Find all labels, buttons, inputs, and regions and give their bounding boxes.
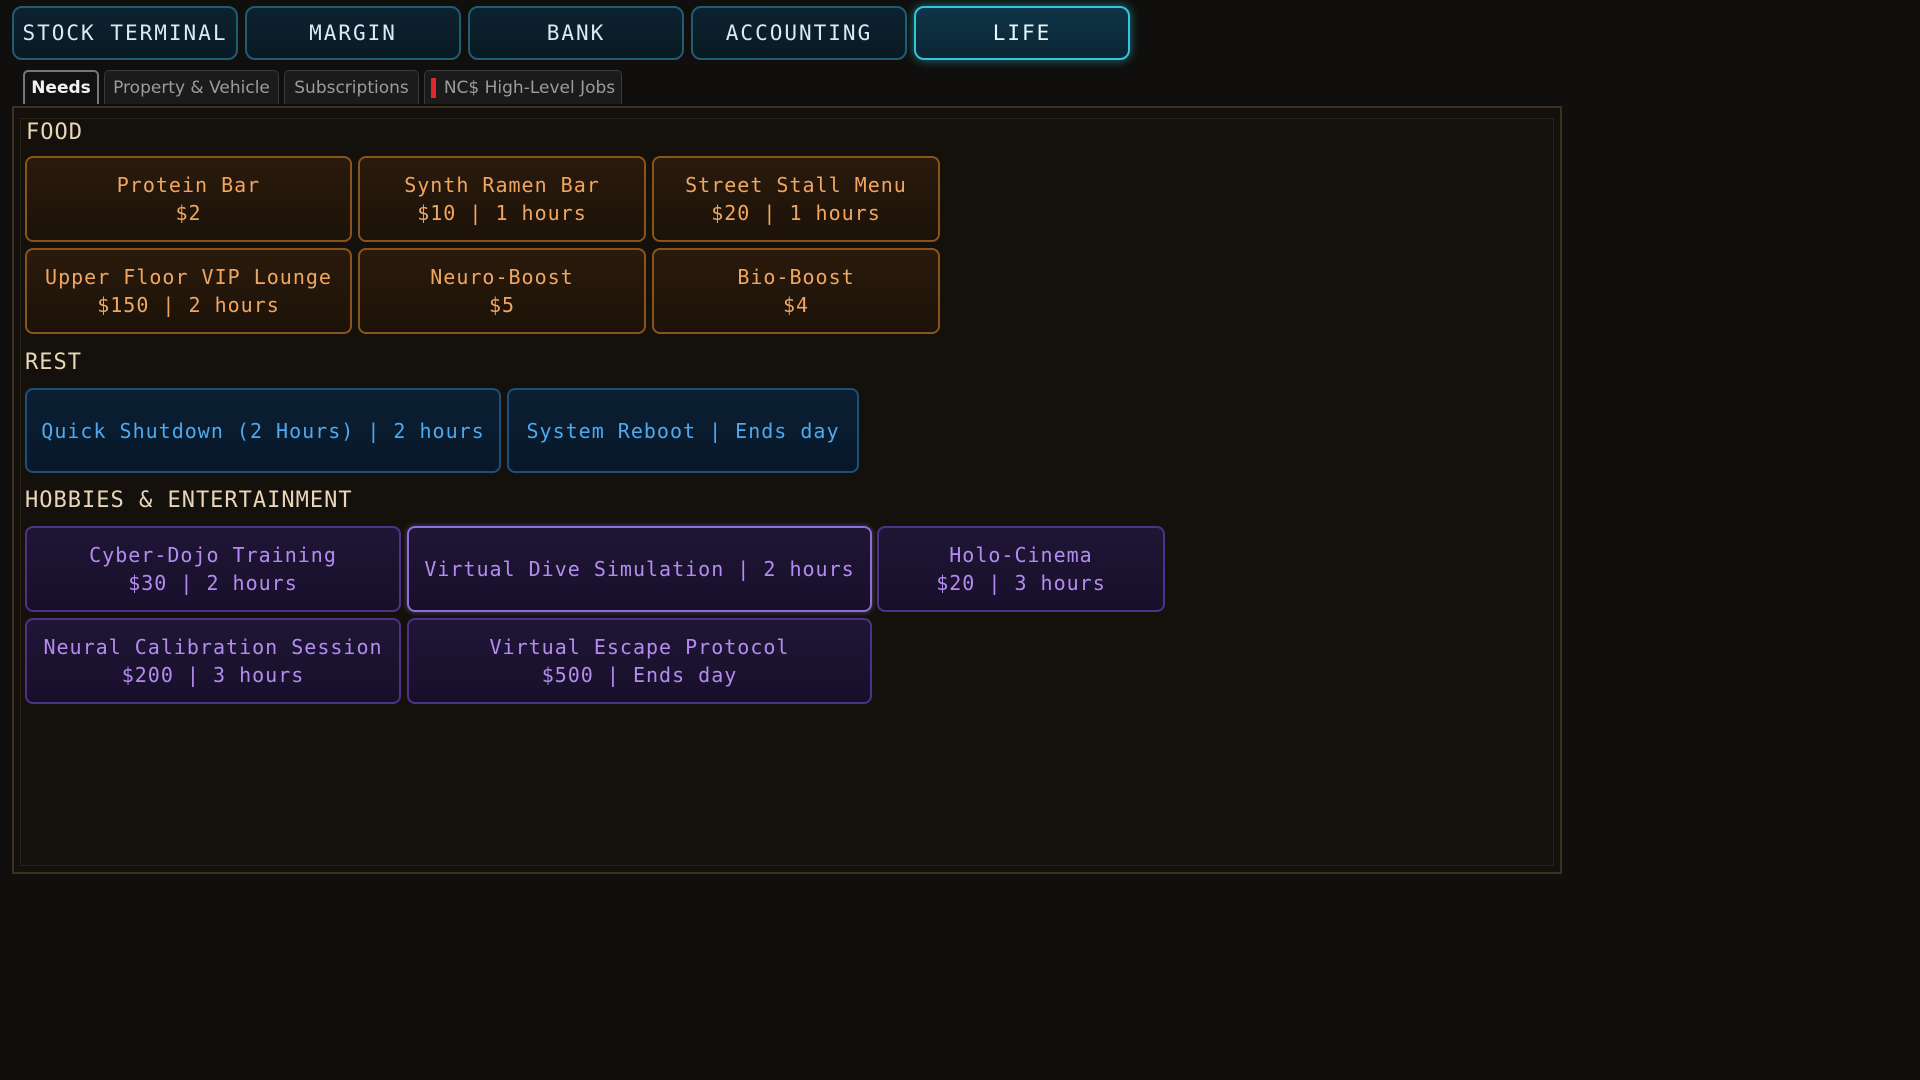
card-detail: $30 | 2 hours — [128, 571, 298, 595]
section-title-food: FOOD — [26, 120, 83, 145]
food-card-protein-bar[interactable]: Protein Bar $2 — [25, 156, 352, 242]
card-detail: $4 — [782, 293, 810, 317]
rest-card-system-reboot[interactable]: System Reboot | Ends day — [507, 388, 859, 473]
card-name: Cyber-Dojo Training — [89, 543, 337, 567]
subtab-subscriptions[interactable]: Subscriptions — [284, 70, 419, 104]
card-name: System Reboot | Ends day — [526, 418, 840, 443]
tab-accounting[interactable]: ACCOUNTING — [691, 6, 907, 60]
food-card-neuro-boost[interactable]: Neuro-Boost $5 — [358, 248, 646, 334]
tab-margin[interactable]: MARGIN — [245, 6, 461, 60]
hobby-card-holo-cinema[interactable]: Holo-Cinema $20 | 3 hours — [877, 526, 1165, 612]
food-card-synth-ramen-bar[interactable]: Synth Ramen Bar $10 | 1 hours — [358, 156, 646, 242]
hobby-card-virtual-dive[interactable]: Virtual Dive Simulation | 2 hours — [407, 526, 872, 612]
card-name: Holo-Cinema — [949, 543, 1093, 567]
jobs-alert-marker — [430, 77, 436, 98]
card-name: Virtual Escape Protocol — [489, 635, 790, 659]
tab-stock-terminal[interactable]: STOCK TERMINAL — [12, 6, 238, 60]
card-name: Bio-Boost — [737, 265, 855, 289]
tab-bank[interactable]: BANK — [468, 6, 684, 60]
card-detail: $150 | 2 hours — [97, 293, 280, 317]
hobby-card-virtual-escape[interactable]: Virtual Escape Protocol $500 | Ends day — [407, 618, 872, 704]
card-detail: $10 | 1 hours — [417, 201, 587, 225]
subtab-high-level-jobs-label: NC$ High-Level Jobs — [443, 77, 616, 98]
subtab-high-level-jobs[interactable]: NC$ High-Level Jobs — [424, 70, 622, 104]
hobby-card-cyber-dojo[interactable]: Cyber-Dojo Training $30 | 2 hours — [25, 526, 401, 612]
card-detail: $20 | 1 hours — [711, 201, 881, 225]
card-name: Virtual Dive Simulation | 2 hours — [424, 557, 855, 581]
card-name: Protein Bar — [116, 173, 261, 197]
card-name: Quick Shutdown (2 Hours) | 2 hours — [41, 418, 485, 443]
card-name: Synth Ramen Bar — [404, 173, 600, 197]
card-detail: $2 — [175, 201, 202, 225]
section-title-hobbies: HOBBIES & ENTERTAINMENT — [25, 488, 353, 513]
card-detail: $200 | 3 hours — [121, 663, 305, 687]
tab-life[interactable]: LIFE — [914, 6, 1130, 60]
card-detail: $5 — [488, 293, 516, 317]
card-name: Upper Floor VIP Lounge — [45, 265, 332, 289]
hobby-card-neural-calibration[interactable]: Neural Calibration Session $200 | 3 hour… — [25, 618, 401, 704]
food-card-bio-boost[interactable]: Bio-Boost $4 — [652, 248, 940, 334]
food-card-street-stall-menu[interactable]: Street Stall Menu $20 | 1 hours — [652, 156, 940, 242]
section-title-rest: REST — [25, 350, 82, 375]
food-card-vip-lounge[interactable]: Upper Floor VIP Lounge $150 | 2 hours — [25, 248, 352, 334]
rest-card-quick-shutdown[interactable]: Quick Shutdown (2 Hours) | 2 hours — [25, 388, 501, 473]
card-detail: $500 | Ends day — [541, 663, 738, 687]
card-name: Street Stall Menu — [685, 173, 907, 197]
card-detail: $20 | 3 hours — [936, 571, 1106, 595]
card-name: Neuro-Boost — [430, 265, 574, 289]
subtab-needs[interactable]: Needs — [23, 70, 99, 104]
subtab-property-vehicle[interactable]: Property & Vehicle — [104, 70, 279, 104]
card-name: Neural Calibration Session — [43, 635, 383, 659]
